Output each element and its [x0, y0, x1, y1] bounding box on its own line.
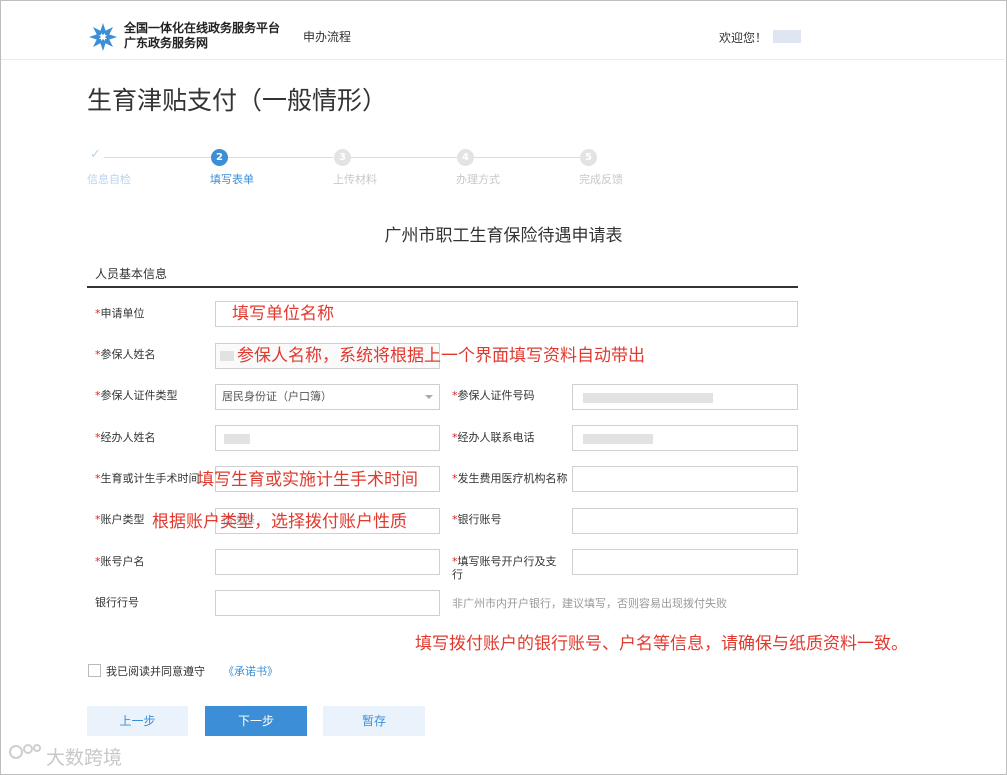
chevron-down-icon [425, 395, 433, 399]
agreement-text: 我已阅读并同意遵守 [106, 665, 205, 678]
annotation-unit: 填写单位名称 [232, 304, 334, 324]
step-4-circle: 4 [457, 149, 474, 166]
step-connector [104, 157, 218, 158]
section-title: 人员基本信息 [95, 267, 168, 281]
id-number-input[interactable] [572, 384, 798, 410]
redacted-value [220, 351, 234, 361]
label-bank-branch-cont: 行 [452, 568, 463, 581]
watermark-logo-icon [9, 744, 41, 759]
next-step-button[interactable]: 下一步 [205, 706, 307, 736]
label-id-number: *参保人证件号码 [452, 389, 535, 402]
step-1-check-icon: ✓ [90, 147, 101, 162]
annotation-insured: 参保人名称，系统将根据上一个界面填写资料自动带出 [237, 346, 645, 366]
label-apply-unit: *申请单位 [95, 307, 145, 320]
label-account-name: *账号户名 [95, 555, 145, 568]
handler-name-input[interactable] [215, 425, 440, 451]
prev-step-button[interactable]: 上一步 [87, 706, 188, 736]
bank-code-input[interactable] [215, 590, 440, 616]
commitment-link[interactable]: 《承诺书》 [223, 663, 278, 679]
label-id-type: *参保人证件类型 [95, 389, 178, 402]
agreement-checkbox[interactable] [88, 664, 101, 677]
page-title: 生育津贴支付（一般情形） [87, 86, 388, 115]
section-divider [87, 286, 798, 288]
label-bank-branch: *填写账号开户行及支 [452, 555, 557, 568]
form-title: 广州市职工生育保险待遇申请表 [384, 226, 623, 246]
step-2-label: 填写表单 [210, 173, 254, 186]
brand-line2: 广东政务服务网 [124, 36, 209, 50]
label-handler-phone: *经办人联系电话 [452, 431, 535, 444]
redacted-value [224, 434, 250, 444]
bank-branch-input[interactable] [572, 549, 798, 575]
label-medical-org: *发生费用医疗机构名称 [452, 472, 568, 485]
step-4-label: 办理方式 [456, 173, 500, 186]
step-connector [351, 157, 457, 158]
step-3-circle: 3 [334, 149, 351, 166]
id-type-selected: 居民身份证（户口簿） [222, 390, 332, 403]
account-name-input[interactable] [215, 549, 440, 575]
nav-apply-process[interactable]: 申办流程 [303, 28, 351, 45]
label-surgery-time: *生育或计生手术时间 [95, 472, 200, 485]
redacted-value [583, 434, 653, 444]
step-5-circle: 5 [580, 149, 597, 166]
annotation-bank-info: 填写拨付账户的银行账号、户名等信息，请确保与纸质资料一致。 [415, 634, 908, 654]
label-handler-name: *经办人姓名 [95, 431, 156, 444]
medical-org-input[interactable] [572, 466, 798, 492]
step-1-label: 信息自检 [87, 173, 131, 186]
bank-account-input[interactable] [572, 508, 798, 534]
step-connector [474, 157, 580, 158]
progress-steps: ✓ 信息自检 2 填写表单 3 上传材料 4 办理方式 5 完成反馈 [87, 147, 647, 187]
redacted-value [583, 393, 713, 403]
label-insured-name: *参保人姓名 [95, 348, 156, 361]
step-2-circle: 2 [211, 149, 228, 166]
step-connector [227, 157, 333, 158]
watermark-text: 大数跨境 [46, 747, 123, 769]
annotation-account: 根据账户类型，选择拨付账户性质 [152, 512, 407, 532]
bank-code-hint: 非广州市内开户银行，建议填写，否则容易出现拨付失败 [452, 597, 727, 610]
label-bank-account: *银行账号 [452, 513, 502, 526]
step-5-label: 完成反馈 [579, 173, 623, 186]
label-account-type: *账户类型 [95, 513, 145, 526]
id-type-select[interactable]: 居民身份证（户口簿） [215, 384, 440, 410]
username-redacted[interactable] [773, 30, 801, 43]
annotation-surgery: 填写生育或实施计生手术时间 [197, 470, 418, 490]
save-draft-button[interactable]: 暂存 [323, 706, 425, 736]
welcome-text: 欢迎您！ [719, 31, 768, 45]
handler-phone-input[interactable] [572, 425, 798, 451]
step-3-label: 上传材料 [333, 173, 377, 186]
gov-logo-icon [89, 23, 117, 51]
label-bank-code: 银行行号 [95, 596, 139, 609]
